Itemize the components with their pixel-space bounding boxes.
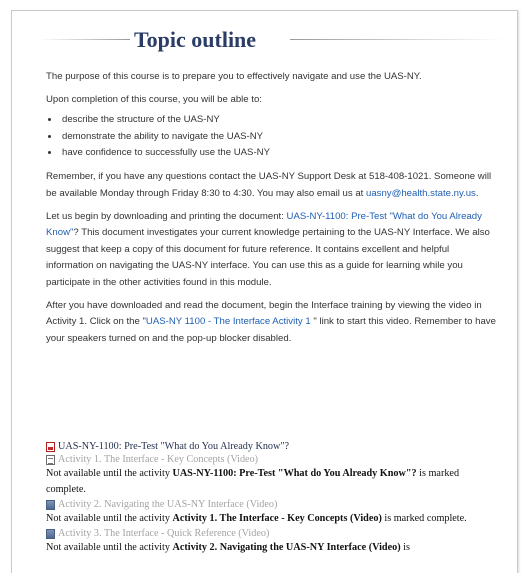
activity-1: Activity 1. The Interface - Key Concepts… <box>46 453 501 466</box>
video-icon <box>46 528 55 539</box>
restriction-text: Not available until the activity <box>46 513 173 524</box>
completion-text: Upon completion of this course, you will… <box>46 93 262 105</box>
restriction-text: is <box>400 542 410 553</box>
activity-1-label: Activity 1. The Interface - Key Concepts… <box>58 454 259 465</box>
objectives-list: describe the structure of the UAS-NY dem… <box>46 112 496 161</box>
activity-pretest[interactable]: UAS-NY-1100: Pre-Test "What do You Alrea… <box>46 440 501 453</box>
activity-list: UAS-NY-1100: Pre-Test "What do You Alrea… <box>46 440 501 556</box>
section-header: Topic outline <box>12 11 517 61</box>
restriction-text: Not available until the activity <box>46 542 173 553</box>
pdf-icon <box>46 441 55 452</box>
activity-2-restriction: Not available until the activity Activit… <box>46 511 501 527</box>
purpose-text: The purpose of this course is to prepare… <box>46 71 422 82</box>
video-icon <box>46 499 55 510</box>
support-email-period: . <box>475 188 479 199</box>
header-rule-left <box>40 39 130 40</box>
download-description-text: ? This document investigates your curren… <box>46 227 490 288</box>
download-intro-text: Let us begin by downloading and printing… <box>46 210 287 222</box>
video-instructions: After you have downloaded and read the d… <box>46 298 496 348</box>
activity-2: Activity 2. Navigating the UAS-NY Interf… <box>46 498 501 511</box>
course-summary: The purpose of this course is to prepare… <box>46 69 496 354</box>
download-instructions: Let us begin by downloading and printing… <box>46 209 496 292</box>
section-title: Topic outline <box>134 27 257 52</box>
objective-item: describe the structure of the UAS-NY <box>60 112 496 128</box>
activity-pretest-label[interactable]: UAS-NY-1100: Pre-Test "What do You Alrea… <box>58 440 289 453</box>
activity-2-label: Activity 2. Navigating the UAS-NY Interf… <box>58 499 278 510</box>
restriction-activity-name: UAS-NY-1100: Pre-Test "What do You Alrea… <box>172 468 417 479</box>
objective-item: demonstrate the ability to navigate the … <box>60 129 496 145</box>
objective-item: have confidence to successfully use the … <box>60 145 496 161</box>
restriction-activity-name: Activity 2. Navigating the UAS-NY Interf… <box>172 542 401 553</box>
activity-1-restriction: Not available until the activity UAS-NY-… <box>46 466 501 498</box>
activity-3: Activity 3. The Interface - Quick Refere… <box>46 527 501 540</box>
restriction-text: Not available until the activity <box>46 468 173 479</box>
support-email-link[interactable]: uasny@health.state.ny.us <box>366 188 476 199</box>
document-icon <box>46 454 55 465</box>
activity-3-label: Activity 3. The Interface - Quick Refere… <box>58 528 270 539</box>
restriction-text: is marked complete. <box>381 513 467 524</box>
header-rule-right <box>290 39 505 40</box>
support-text: Remember, if you have any questions cont… <box>46 169 496 202</box>
activity-1-link[interactable]: UAS-NY 1100 - The Interface Activity 1 <box>146 316 311 327</box>
activity-3-restriction: Not available until the activity Activit… <box>46 540 501 556</box>
restriction-activity-name: Activity 1. The Interface - Key Concepts… <box>172 513 382 524</box>
